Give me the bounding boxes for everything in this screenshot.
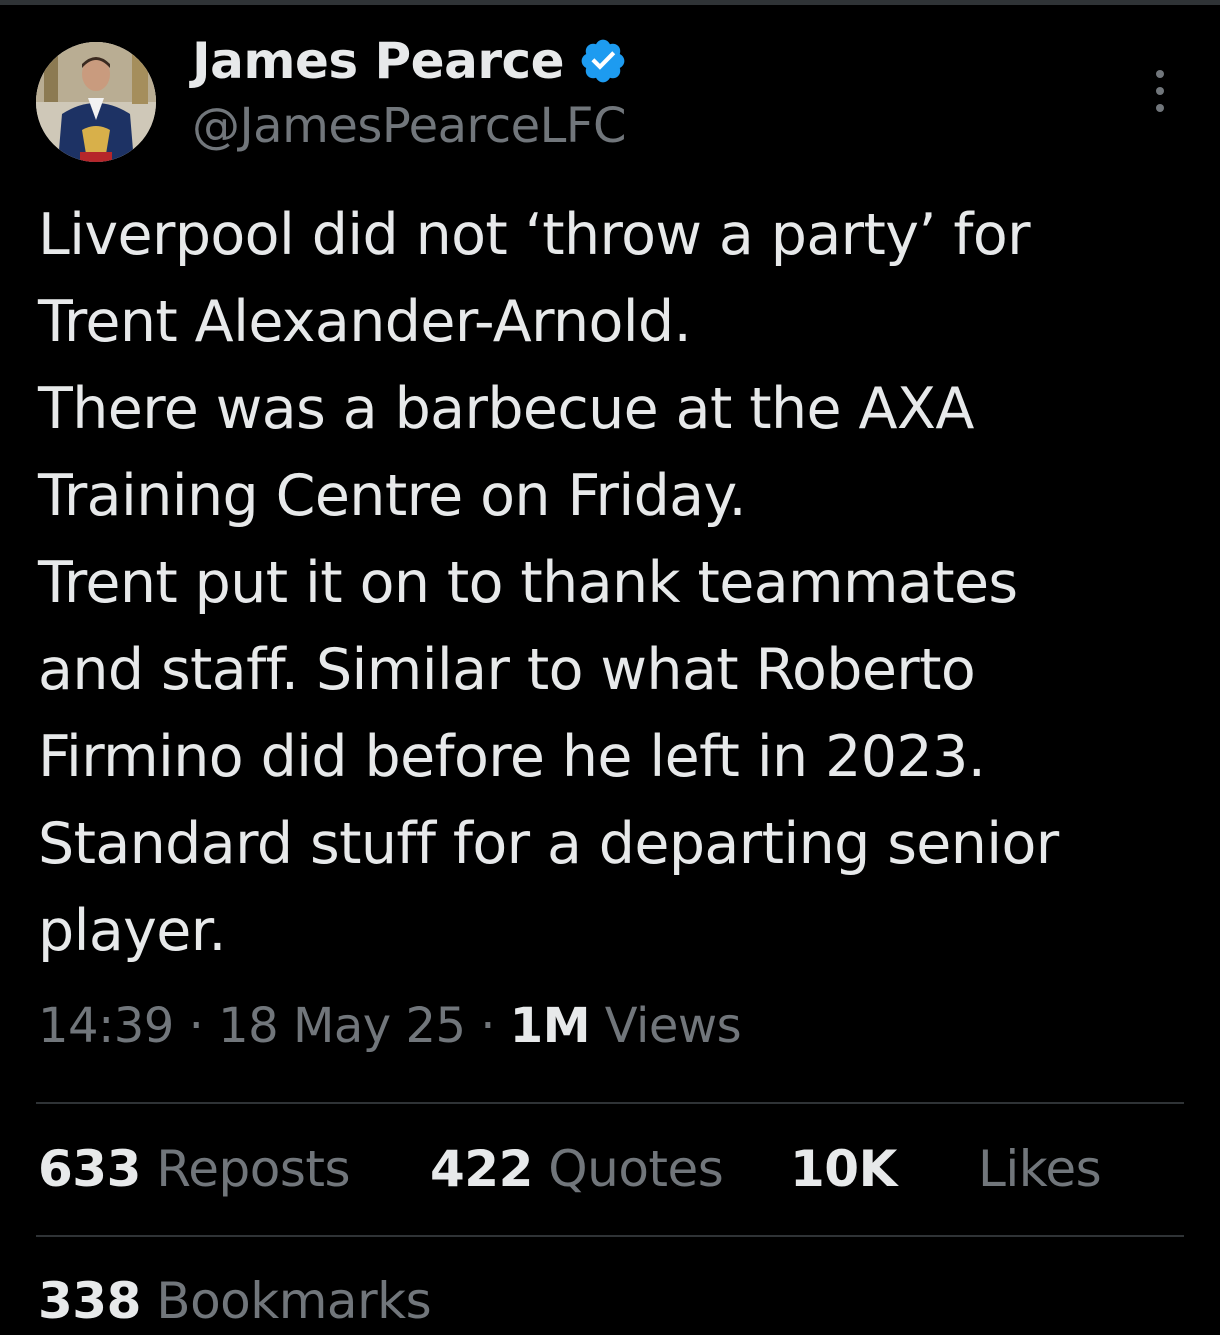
tweet-line: Trent Alexander-Arnold. — [38, 289, 692, 355]
dot — [1156, 87, 1164, 95]
tweet-line: Standard stuff for a departing senior — [38, 811, 1059, 877]
tweet-time[interactable]: 14:39 — [38, 998, 174, 1054]
profile-photo-icon — [36, 42, 156, 162]
meta-separator: · — [465, 998, 510, 1054]
avatar[interactable] — [36, 42, 156, 162]
tweet-line: Firmino did before he left in 2023. — [38, 724, 986, 790]
quotes-stat[interactable]: 422 Quotes — [430, 1140, 724, 1198]
tweet-line: player. — [38, 898, 226, 964]
stats-divider-top — [36, 1102, 1184, 1104]
tweet-line: Training Centre on Friday. — [38, 463, 747, 529]
views-count: 1M — [509, 998, 591, 1054]
more-options-icon[interactable] — [1142, 66, 1178, 116]
reposts-label: Reposts — [156, 1140, 351, 1198]
likes-count: 10K — [790, 1140, 897, 1198]
tweet-line: and staff. Similar to what Roberto — [38, 637, 976, 703]
meta-separator: · — [173, 998, 219, 1054]
dot — [1156, 104, 1164, 112]
bookmarks-label: Bookmarks — [156, 1272, 432, 1330]
author-display-name[interactable]: James Pearce — [192, 32, 565, 90]
reposts-count: 633 — [38, 1140, 141, 1198]
tweet-line: Liverpool did not ‘throw a party’ for — [38, 202, 1031, 268]
bookmarks-stat[interactable]: 338 Bookmarks — [38, 1272, 432, 1330]
author-handle[interactable]: @JamesPearceLFC — [192, 98, 627, 154]
likes-stat-count[interactable]: 10K — [790, 1140, 897, 1198]
author-name-row: James Pearce — [192, 28, 628, 94]
bookmarks-count: 338 — [38, 1272, 141, 1330]
quotes-label: Quotes — [548, 1140, 724, 1198]
tweet-date[interactable]: 18 May 25 — [218, 998, 466, 1054]
top-divider — [0, 0, 1220, 5]
likes-label: Likes — [978, 1140, 1102, 1198]
tweet-line: Trent put it on to thank teammates — [38, 550, 1018, 616]
likes-stat-label[interactable]: Likes — [978, 1140, 1102, 1198]
quotes-count: 422 — [430, 1140, 533, 1198]
views-label: Views — [604, 998, 742, 1054]
tweet-text: Liverpool did not ‘throw a party’ for Tr… — [38, 192, 1188, 975]
dot — [1156, 70, 1164, 78]
tweet-meta: 14:39 · 18 May 25 · 1M Views — [38, 998, 742, 1054]
stats-divider-bottom — [36, 1235, 1184, 1237]
tweet-line: There was a barbecue at the AXA — [38, 376, 974, 442]
reposts-stat[interactable]: 633 Reposts — [38, 1140, 351, 1198]
verified-badge-icon — [581, 39, 625, 83]
